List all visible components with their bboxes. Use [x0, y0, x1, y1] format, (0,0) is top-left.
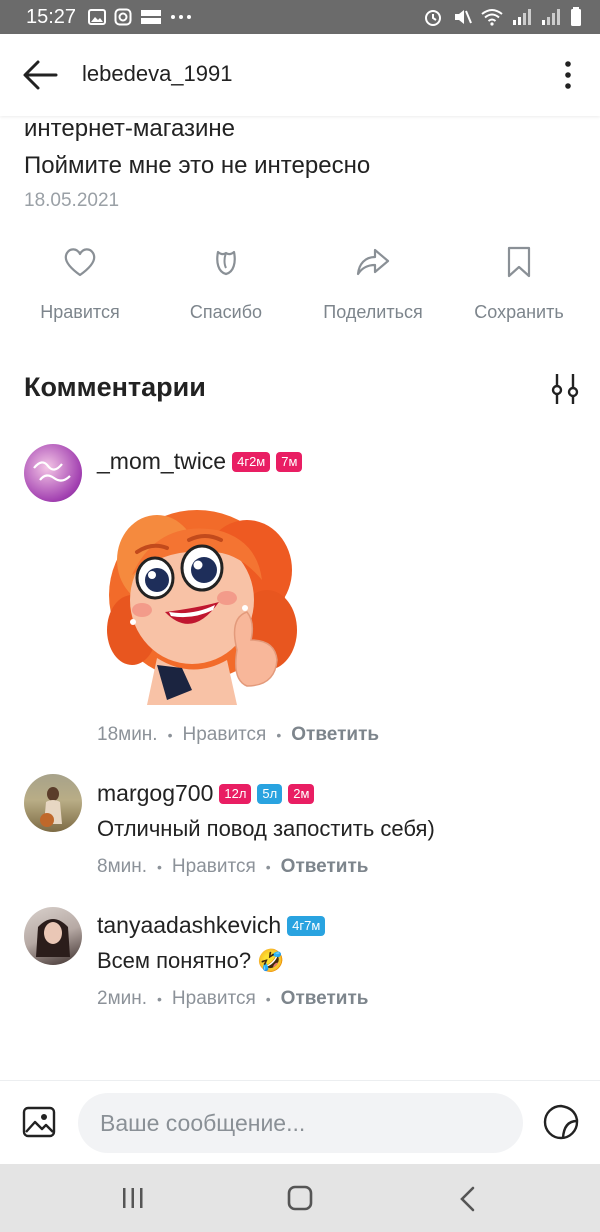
share-arrow-icon: [356, 248, 390, 276]
child-age-badge: 2м: [288, 783, 315, 804]
child-age-badge: 4г7м: [287, 915, 326, 936]
gallery-icon: [88, 9, 107, 25]
comments-heading: Комментарии: [24, 372, 206, 402]
back-arrow-icon[interactable]: [22, 58, 58, 92]
child-age-badge: 7м: [276, 451, 303, 472]
alarm-icon: [425, 10, 441, 26]
status-time: 15:27: [26, 5, 77, 28]
comment-like-button[interactable]: Нравится: [183, 724, 267, 746]
more-notifications-icon: [171, 15, 192, 19]
comment-time: 8мин.: [97, 856, 148, 877]
more-options-icon[interactable]: [562, 60, 574, 90]
author-name[interactable]: tanyaadashkevich: [97, 912, 281, 939]
comment-like-button[interactable]: Нравится: [172, 856, 256, 878]
signal-icon-2: [542, 9, 560, 25]
recent-apps-icon[interactable]: [120, 1186, 146, 1210]
thank-you-avatar-art: [33, 461, 71, 482]
avatar[interactable]: [24, 774, 82, 832]
author-name[interactable]: margog700: [97, 780, 213, 807]
comment-reply-button[interactable]: Ответить: [291, 724, 379, 746]
sticker-icon[interactable]: [542, 1103, 580, 1141]
comment-time: 18мин.: [97, 724, 158, 745]
share-label: Поделиться: [323, 302, 423, 322]
post-text-line: Поймите мне это не интересно: [24, 152, 371, 179]
page-title[interactable]: lebedeva_1991: [82, 61, 232, 87]
comment-meta: 8мин. • Нравится • Ответить: [97, 856, 369, 878]
tulip-icon: [216, 250, 236, 276]
heart-icon: [64, 248, 96, 277]
save-button[interactable]: Сохранить: [444, 244, 594, 323]
comment-meta: 18мин. • Нравится • Ответить: [97, 724, 380, 746]
image-attach-icon[interactable]: [22, 1105, 56, 1139]
comment-author[interactable]: _mom_twice 4г2м 7м: [97, 448, 303, 475]
comment-text: Всем понятно? 🤣: [97, 948, 285, 973]
comment-reply-button[interactable]: Ответить: [281, 988, 369, 1010]
avatar[interactable]: [24, 907, 82, 965]
bookmark-icon: [507, 246, 531, 278]
child-age-badge: 5л: [257, 783, 283, 804]
comment-text: Отличный повод запостить себя): [97, 816, 435, 841]
message-input[interactable]: [78, 1093, 523, 1153]
filter-settings-icon[interactable]: [548, 372, 582, 406]
post-text: интернет-магазине Поймите мне это не инт…: [24, 110, 370, 184]
app-logo-icon: [141, 10, 162, 24]
sticker-image: [97, 490, 312, 705]
nav-back-icon[interactable]: [458, 1186, 478, 1212]
comment-time: 2мин.: [97, 988, 148, 1009]
wifi-icon: [481, 9, 503, 26]
mute-icon: [455, 10, 472, 24]
battery-icon: [571, 7, 581, 26]
avatar[interactable]: [24, 444, 82, 502]
child-age-badge: 4г2м: [232, 451, 271, 472]
like-label: Нравится: [40, 302, 120, 322]
comment-like-button[interactable]: Нравится: [172, 988, 256, 1010]
home-icon[interactable]: [286, 1185, 314, 1211]
like-button[interactable]: Нравится: [5, 244, 155, 323]
comment-reply-button[interactable]: Ответить: [281, 856, 369, 878]
comment-author[interactable]: margog700 12л 5л 2м: [97, 780, 315, 807]
instagram-icon: [114, 8, 132, 26]
comment-author[interactable]: tanyaadashkevich 4г7м: [97, 912, 326, 939]
app-header: lebedeva_1991: [0, 34, 600, 116]
post-actions: Нравится Спасибо Поделиться Сохранить: [0, 244, 600, 334]
save-label: Сохранить: [474, 302, 564, 322]
message-composer: [0, 1080, 600, 1164]
person-photo-art: [36, 919, 70, 957]
child-age-badge: 12л: [219, 783, 252, 804]
author-name[interactable]: _mom_twice: [97, 448, 226, 475]
thanks-button[interactable]: Спасибо: [151, 244, 301, 323]
thanks-label: Спасибо: [189, 302, 263, 322]
share-button[interactable]: Поделиться: [298, 244, 448, 323]
person-photo-art: [40, 787, 62, 827]
system-nav-bar: [0, 1164, 600, 1232]
status-bar: 15:27: [0, 0, 600, 34]
signal-icon: [513, 9, 531, 25]
post-date: 18.05.2021: [24, 190, 120, 211]
comment-meta: 2мин. • Нравится • Ответить: [97, 988, 369, 1010]
